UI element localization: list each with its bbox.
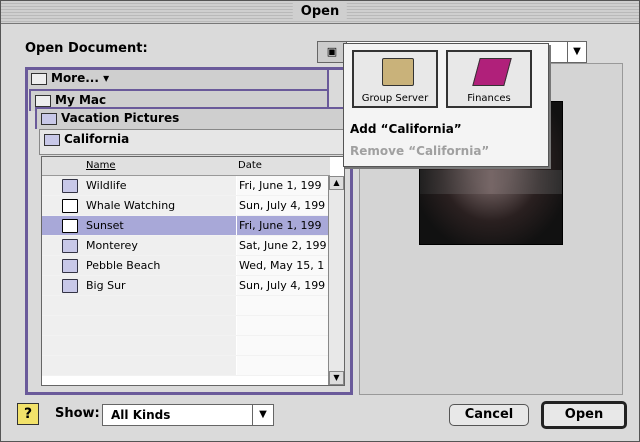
favorite-finances[interactable]: Finances — [446, 50, 532, 108]
item-date: Fri, June 1, 199 — [239, 219, 322, 232]
scroll-down-arrow-icon[interactable]: ▼ — [329, 371, 344, 385]
column-name-header[interactable]: Name — [86, 160, 116, 171]
open-button[interactable]: Open — [541, 401, 627, 429]
list-rows: Wildlife Fri, June 1, 199 Whale Watching… — [42, 176, 330, 376]
tab-my-mac-label: My Mac — [55, 93, 107, 107]
list-item[interactable]: Wildlife Fri, June 1, 199 — [42, 176, 330, 196]
computer-icon — [35, 94, 51, 107]
cancel-button[interactable]: Cancel — [449, 404, 529, 426]
help-button[interactable]: ? — [17, 403, 39, 425]
book-icon — [472, 58, 512, 86]
item-name: Pebble Beach — [86, 259, 161, 272]
folder-icon — [44, 133, 60, 146]
server-icon — [382, 58, 414, 86]
empty-row — [42, 316, 330, 336]
folder-icon — [41, 112, 57, 125]
item-date: Wed, May 15, 1 — [239, 259, 325, 272]
item-date: Sun, July 4, 199 — [239, 199, 326, 212]
list-item[interactable]: Pebble Beach Wed, May 15, 1 — [42, 256, 330, 276]
vertical-scrollbar[interactable]: ▲ ▼ — [328, 176, 344, 385]
favorite-label: Finances — [467, 93, 511, 104]
favorite-label: Group Server — [361, 93, 429, 104]
tab-vacation-pictures[interactable]: Vacation Pictures — [35, 107, 345, 129]
document-icon — [62, 219, 78, 233]
item-name: Wildlife — [86, 179, 127, 192]
chevron-down-icon: ▼ — [252, 405, 273, 425]
document-icon — [62, 199, 78, 213]
item-name: Sunset — [86, 219, 124, 232]
tab-vacation-label: Vacation Pictures — [61, 111, 180, 125]
tab-more[interactable]: More... ▾ — [25, 67, 329, 89]
remove-favorite-menu-item: Remove “California” — [350, 144, 490, 158]
folder-stack-icon — [31, 72, 47, 85]
item-name: Big Sur — [86, 279, 126, 292]
item-date: Fri, June 1, 199 — [239, 179, 322, 192]
list-item-selected[interactable]: Sunset Fri, June 1, 199 — [42, 216, 330, 236]
chevron-down-icon: ▼ — [567, 42, 586, 62]
favorites-menu: Group Server Finances Add “California” R… — [343, 43, 549, 167]
tab-california[interactable]: California — [39, 129, 345, 155]
favorite-group-server[interactable]: Group Server — [352, 50, 438, 108]
list-item[interactable]: Whale Watching Sun, July 4, 199 — [42, 196, 330, 216]
scroll-up-arrow-icon[interactable]: ▲ — [329, 176, 344, 190]
file-list: Name Date Wildlife Fri, June 1, 199 Whal… — [41, 156, 345, 386]
folder-icon — [62, 239, 78, 253]
window-title: Open — [292, 3, 348, 21]
column-date-header[interactable]: Date — [238, 160, 262, 171]
show-kind-value: All Kinds — [111, 408, 171, 422]
open-document-label: Open Document: — [25, 41, 148, 56]
empty-row — [42, 296, 330, 316]
folder-icon — [62, 279, 78, 293]
item-name: Whale Watching — [86, 199, 176, 212]
open-dialog: Open Open Document: More... ▾ My Mac Vac… — [0, 0, 640, 442]
list-header: Name Date — [42, 157, 330, 176]
show-label: Show: — [55, 406, 100, 421]
item-date: Sun, July 4, 199 — [239, 279, 326, 292]
list-item[interactable]: Monterey Sat, June 2, 199 — [42, 236, 330, 256]
list-item[interactable]: Big Sur Sun, July 4, 199 — [42, 276, 330, 296]
folder-icon — [62, 179, 78, 193]
empty-row — [42, 336, 330, 356]
add-favorite-menu-item[interactable]: Add “California” — [350, 122, 462, 136]
folder-icon — [62, 259, 78, 273]
item-date: Sat, June 2, 199 — [239, 239, 327, 252]
title-bar[interactable]: Open — [1, 1, 639, 24]
tab-more-label: More... — [51, 71, 99, 85]
tab-california-label: California — [64, 132, 130, 146]
empty-row — [42, 356, 330, 376]
show-kind-select[interactable]: All Kinds ▼ — [102, 404, 274, 426]
item-name: Monterey — [86, 239, 138, 252]
